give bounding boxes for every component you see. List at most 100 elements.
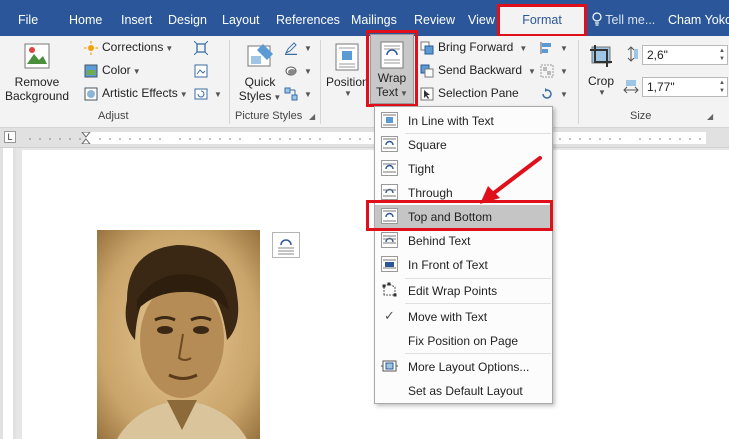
artistic-effects-button[interactable]: Artistic Effects ▼ xyxy=(84,86,188,101)
menu-item-set-as-default-layout[interactable]: Set as Default Layout xyxy=(375,379,552,402)
chevron-down-icon: ▼ xyxy=(560,90,568,99)
quick-styles-button[interactable]: Quick Styles ▼ xyxy=(238,40,282,108)
corrections-label: Corrections xyxy=(102,40,164,54)
chevron-down-icon: ▼ xyxy=(344,89,352,98)
position-button[interactable]: Position ▼ xyxy=(326,40,369,108)
menu-item-square[interactable]: Square xyxy=(375,133,552,156)
chevron-down-icon: ▼ xyxy=(304,90,312,99)
edit-wrap-points-icon xyxy=(382,282,397,297)
rotate-button[interactable]: ▼ xyxy=(540,86,568,101)
menu-item-move-with-text[interactable]: ✓ Move with Text xyxy=(375,305,552,328)
picture-layout-icon xyxy=(284,87,298,101)
compress-pictures-button[interactable] xyxy=(194,40,212,55)
dialog-launcher-icon[interactable]: ◢ xyxy=(707,112,713,121)
send-backward-icon xyxy=(420,64,434,78)
picture-effects-icon xyxy=(285,66,297,76)
menu-item-through[interactable]: Through xyxy=(375,181,552,204)
top-and-bottom-wrap-icon xyxy=(381,208,398,224)
reset-picture-icon xyxy=(194,88,208,100)
chevron-down-icon: ▼ xyxy=(214,90,222,99)
shape-height-input[interactable]: 2,6" ▲ ▼ xyxy=(642,45,728,65)
change-picture-button[interactable] xyxy=(194,63,212,78)
align-button[interactable]: ▼ xyxy=(540,40,568,55)
tab-references[interactable]: References xyxy=(276,0,340,36)
menu-label: Set as Default Layout xyxy=(408,384,523,398)
lightbulb-icon xyxy=(592,12,602,26)
wrap-text-button[interactable]: Wrap Text ▼ xyxy=(370,34,414,104)
spinner-arrows-icon[interactable]: ▲ ▼ xyxy=(719,79,725,95)
corrections-button[interactable]: Corrections ▼ xyxy=(84,40,173,55)
group-objects-icon xyxy=(540,64,554,78)
remove-background-button[interactable]: Remove Background xyxy=(4,40,70,108)
menu-item-top-and-bottom[interactable]: Top and Bottom xyxy=(375,205,552,228)
send-backward-button[interactable]: Send Backward ▼ xyxy=(420,63,536,78)
picture-layout-button[interactable]: ▼ xyxy=(284,86,312,101)
square-wrap-icon xyxy=(381,136,398,152)
chevron-down-icon: ▼ xyxy=(560,67,568,76)
color-button[interactable]: Color ▼ xyxy=(84,63,141,78)
picture-effects-button[interactable]: ▼ xyxy=(284,63,312,78)
bring-forward-label: Bring Forward xyxy=(438,40,514,54)
pen-icon xyxy=(284,42,297,55)
picture-border-button[interactable]: ▼ xyxy=(284,40,312,55)
selection-pane-icon xyxy=(420,87,434,101)
shape-width-value: 1,77" xyxy=(647,80,675,94)
wrap-text-label-1: Wrap xyxy=(377,71,407,85)
menu-item-behind-text[interactable]: Behind Text xyxy=(375,229,552,252)
shape-width-input[interactable]: 1,77" ▲ ▼ xyxy=(642,77,728,97)
tab-format[interactable]: Format xyxy=(500,6,584,36)
selected-picture[interactable] xyxy=(97,230,260,439)
menu-item-in-front-of-text[interactable]: In Front of Text xyxy=(375,253,552,276)
tell-me-box[interactable]: Tell me... xyxy=(592,0,655,36)
spinner-arrows-icon[interactable]: ▲ ▼ xyxy=(719,47,725,63)
rotate-icon xyxy=(542,87,552,99)
adjust-group-label: Adjust xyxy=(98,110,129,122)
menu-item-tight[interactable]: Tight xyxy=(375,157,552,180)
menu-item-edit-wrap-points[interactable]: Edit Wrap Points xyxy=(375,279,552,302)
tab-home[interactable]: Home xyxy=(69,0,102,36)
quick-styles-label-2: Styles ▼ xyxy=(238,89,282,103)
picture-styles-group-label: Picture Styles xyxy=(235,110,303,122)
reset-picture-button[interactable]: ▼ xyxy=(194,86,222,101)
chevron-down-icon: ▼ xyxy=(528,67,536,76)
layout-options-button[interactable] xyxy=(272,232,300,258)
tab-review[interactable]: Review xyxy=(414,0,455,36)
menu-label: Behind Text xyxy=(408,234,471,248)
group-divider xyxy=(320,40,321,124)
tab-selector-icon[interactable]: L xyxy=(4,131,16,143)
tab-view[interactable]: View xyxy=(468,0,495,36)
menu-label: Square xyxy=(408,138,447,152)
tab-file[interactable]: File xyxy=(18,0,38,36)
color-label: Color xyxy=(102,63,131,77)
ruler-ticks xyxy=(29,132,701,144)
crop-button[interactable]: Crop ▼ xyxy=(584,40,618,108)
wrap-text-menu: In Line with Text Square Tight Through T… xyxy=(374,106,553,404)
dialog-launcher-icon[interactable]: ◢ xyxy=(309,112,315,121)
menu-item-in-line-with-text[interactable]: In Line with Text xyxy=(375,109,552,132)
tab-layout[interactable]: Layout xyxy=(222,0,260,36)
group-objects-button[interactable]: ▼ xyxy=(540,63,568,78)
menu-item-fix-position-on-page[interactable]: Fix Position on Page xyxy=(375,329,552,352)
group-divider xyxy=(578,40,579,124)
change-picture-icon xyxy=(194,64,208,78)
tab-design[interactable]: Design xyxy=(168,0,207,36)
menu-label: Move with Text xyxy=(408,310,488,324)
portrait-image xyxy=(97,230,260,439)
vertical-ruler[interactable] xyxy=(0,148,16,439)
menu-item-more-layout-options[interactable]: More Layout Options... xyxy=(375,355,552,378)
tab-mailings[interactable]: Mailings xyxy=(351,0,397,36)
crop-label: Crop xyxy=(587,74,614,88)
chevron-down-icon: ▼ xyxy=(179,90,188,99)
wrap-text-label-2: Text ▼ xyxy=(376,85,408,99)
through-wrap-icon xyxy=(381,184,398,200)
tight-wrap-icon xyxy=(381,160,398,176)
selection-pane-button[interactable]: Selection Pane xyxy=(420,86,519,101)
sun-icon xyxy=(84,40,98,55)
horizontal-ruler[interactable]: L xyxy=(0,128,729,148)
tab-insert[interactable]: Insert xyxy=(121,0,152,36)
chevron-down-icon: ▼ xyxy=(165,44,174,53)
remove-background-label-2: Background xyxy=(4,89,70,103)
user-name[interactable]: Cham Yoko xyxy=(668,0,729,36)
bring-forward-button[interactable]: Bring Forward ▼ xyxy=(420,40,527,55)
quick-styles-icon xyxy=(247,44,273,67)
